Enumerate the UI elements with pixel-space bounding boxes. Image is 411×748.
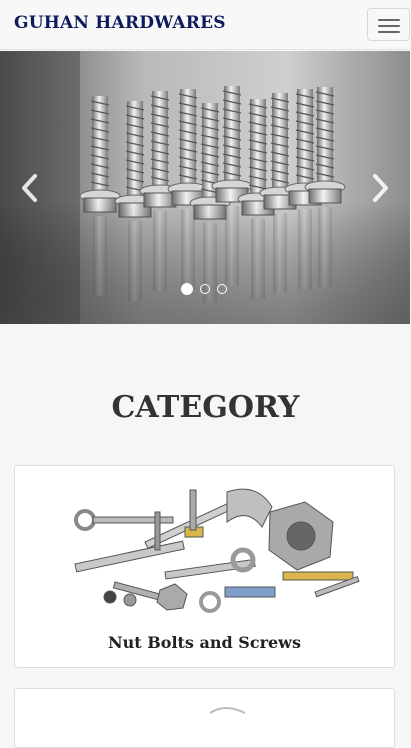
category-card-image — [74, 488, 360, 613]
carousel-indicator-2[interactable] — [200, 284, 210, 294]
navbar: GUHAN HARDWARES — [0, 0, 411, 50]
chevron-left-icon — [22, 174, 37, 202]
category-heading: CATEGORY — [111, 390, 300, 425]
category-card-2[interactable] — [14, 688, 395, 748]
chevron-right-icon — [373, 174, 388, 202]
carousel-prev-button[interactable] — [16, 171, 44, 205]
brand-logo-text[interactable]: GUHAN HARDWARES — [14, 13, 226, 33]
category-card-nut-bolts[interactable]: Nut Bolts and Screws — [14, 465, 395, 668]
hamburger-menu-icon — [378, 19, 400, 21]
carousel-indicator-3[interactable] — [217, 284, 227, 294]
category-card-title: Nut Bolts and Screws — [108, 633, 301, 652]
carousel-next-button[interactable] — [366, 171, 394, 205]
category-card-image — [209, 707, 246, 714]
menu-toggle-button[interactable] — [367, 8, 410, 41]
carousel-indicator-1[interactable] — [181, 283, 193, 295]
carousel-indicators — [178, 283, 238, 298]
image-carousel — [0, 51, 410, 324]
